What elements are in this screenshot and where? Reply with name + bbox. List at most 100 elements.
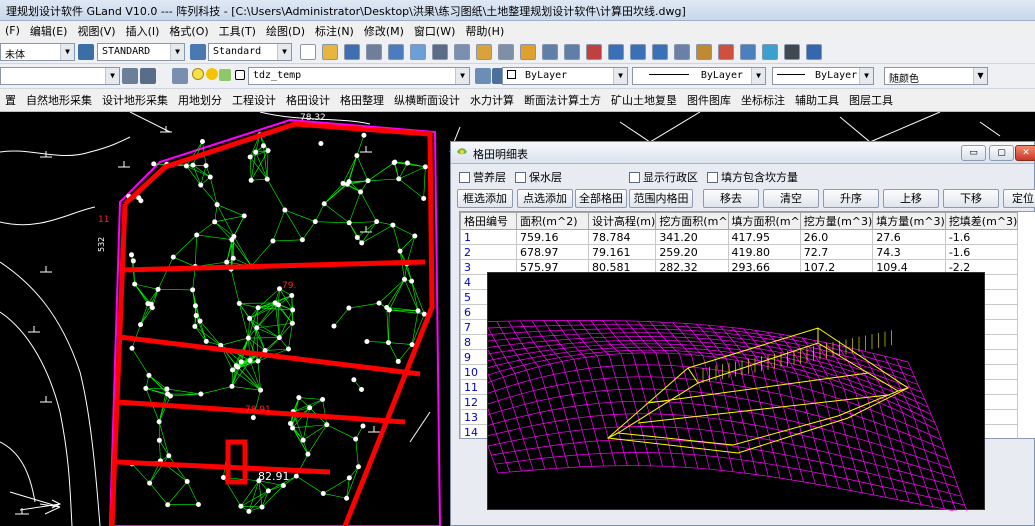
gland-menu-item[interactable]: 坐标标注 [736, 92, 790, 108]
gland-menu-item[interactable]: 置 [0, 92, 21, 108]
locate-button[interactable]: 定位 [1003, 189, 1035, 208]
gland-menu-item[interactable]: 用地划分 [173, 92, 227, 108]
gland-menu-item[interactable]: 矿山土地复垦 [606, 92, 682, 108]
copy-icon[interactable] [454, 44, 470, 60]
checkbox-box[interactable] [459, 171, 470, 183]
table-row[interactable]: 2 678.97 79.161 259.20 419.80 72.7 74.3 -1.6 [460, 244, 1019, 260]
menu-item[interactable]: 绘图(D) [261, 23, 310, 39]
gland-menu-item[interactable]: 纵横断面设计 [389, 92, 465, 108]
gland-menu-item[interactable]: 工程设计 [227, 92, 281, 108]
gland-menu-item[interactable]: 图件图库 [682, 92, 736, 108]
close-button[interactable]: ✕ [1015, 145, 1035, 161]
column-header[interactable]: 填方面积(m^ [727, 212, 801, 230]
dim-style-icon[interactable] [190, 44, 206, 60]
redo-icon[interactable] [564, 44, 580, 60]
color-combo[interactable]: ByLayer ▼ [502, 67, 628, 85]
gland-menu-item[interactable]: 设计地形采集 [97, 92, 173, 108]
menu-item[interactable]: (F) [0, 24, 25, 37]
text-style-combo[interactable]: STANDARD ▼ [97, 43, 185, 61]
gland-menu-item[interactable]: 格田整理 [335, 92, 389, 108]
water-layer-checkbox[interactable]: 保水层 [515, 169, 562, 185]
column-header[interactable]: 面积(m^2) [516, 212, 589, 230]
clear-button[interactable]: 清空 [763, 189, 819, 208]
layer-combo[interactable]: tdz_temp ▼ [248, 67, 470, 85]
pan-icon[interactable] [586, 44, 602, 60]
gland-menu-item[interactable]: 格田设计 [281, 92, 335, 108]
all-fields-button[interactable]: 全部格田 [575, 189, 627, 208]
help-icon[interactable] [806, 44, 822, 60]
column-header[interactable]: 挖方量(m^3) [799, 212, 874, 230]
menu-item[interactable]: 窗口(W) [409, 23, 460, 39]
menu-item[interactable]: 插入(I) [121, 23, 165, 39]
column-header[interactable]: 挖填差(m^3) [944, 212, 1019, 230]
lock-icon[interactable] [219, 69, 231, 81]
layer-manager-icon[interactable] [122, 68, 138, 84]
print-icon[interactable] [366, 44, 382, 60]
menu-item[interactable]: 编辑(E) [25, 23, 73, 39]
nutrient-layer-checkbox[interactable]: 营养层 [459, 169, 506, 185]
box-add-button[interactable]: 框选添加 [457, 189, 513, 208]
match-icon[interactable] [498, 44, 514, 60]
menu-item[interactable]: 工具(T) [214, 23, 261, 39]
text-style-icon[interactable] [78, 44, 94, 60]
lightbulb-icon[interactable] [192, 68, 204, 80]
menu-item[interactable]: 视图(V) [72, 23, 120, 39]
sort-ascending-button[interactable]: 升序 [823, 189, 879, 208]
menu-item[interactable]: 帮助(H) [460, 23, 509, 39]
layer-icon[interactable] [172, 68, 188, 84]
move-down-button[interactable]: 下移 [943, 189, 999, 208]
tool-palette-icon[interactable] [718, 44, 734, 60]
maximize-button[interactable]: ▢ [989, 145, 1014, 161]
undo-icon[interactable] [542, 44, 558, 60]
menu-item[interactable]: 标注(N) [310, 23, 359, 39]
calculator-icon[interactable] [784, 44, 800, 60]
checkbox-box[interactable] [707, 171, 718, 183]
terrain-3d-preview[interactable] [437, 272, 985, 515]
publish-icon[interactable] [410, 44, 426, 60]
gland-menu-item[interactable]: 自然地形采集 [21, 92, 97, 108]
lineweight-combo[interactable]: ByLayer ▼ [772, 67, 874, 85]
markup-icon[interactable] [762, 44, 778, 60]
gland-menu-item[interactable]: 断面法计算土方 [519, 92, 606, 108]
save-icon[interactable] [344, 44, 360, 60]
preview-icon[interactable] [388, 44, 404, 60]
table-row[interactable]: 1 759.16 78.784 341.20 417.95 26.0 27.6 -1.6 [460, 229, 1019, 245]
column-header[interactable]: 设计高程(m) [587, 212, 657, 230]
sun-icon[interactable] [206, 68, 218, 80]
sheet-icon[interactable] [740, 44, 756, 60]
brush-icon[interactable] [520, 44, 536, 60]
point-add-button[interactable]: 点选添加 [517, 189, 573, 208]
gland-menu-item[interactable]: 辅助工具 [790, 92, 844, 108]
workspace-combo[interactable]: ▼ [0, 67, 120, 85]
menu-item[interactable]: 修改(M) [359, 23, 409, 39]
panel-titlebar[interactable]: 格田明细表 ▭ ▢ ✕ [451, 142, 1035, 164]
cut-icon[interactable] [432, 44, 448, 60]
show-district-checkbox[interactable]: 显示行政区 [629, 169, 698, 185]
remove-button[interactable]: 移去 [703, 189, 759, 208]
fields-in-range-button[interactable]: 范围内格田 [629, 189, 693, 208]
zoom-previous-icon[interactable] [652, 44, 668, 60]
zoom-window-icon[interactable] [630, 44, 646, 60]
checkbox-box[interactable] [629, 171, 640, 183]
make-current-icon[interactable] [475, 68, 491, 84]
minimize-button[interactable]: ▭ [961, 145, 986, 161]
column-header[interactable]: 挖方面积(m^ [655, 212, 729, 230]
linetype-combo[interactable]: ByLayer ▼ [632, 67, 766, 85]
zoom-realtime-icon[interactable] [608, 44, 624, 60]
properties-icon[interactable] [674, 44, 690, 60]
layer-state-icon[interactable] [140, 68, 156, 84]
gland-menu-item[interactable]: 水力计算 [465, 92, 519, 108]
menu-item[interactable]: 格式(O) [164, 23, 213, 39]
design-center-icon[interactable] [696, 44, 712, 60]
move-up-button[interactable]: 上移 [883, 189, 939, 208]
fill-include-bank-checkbox[interactable]: 填方包含坎方量 [707, 169, 798, 185]
checkbox-box[interactable] [515, 171, 526, 183]
open-icon[interactable] [322, 44, 338, 60]
plotstyle-combo[interactable]: 随颜色 ▼ [884, 67, 988, 85]
gland-menu-item[interactable]: 图层工具 [844, 92, 898, 108]
column-header[interactable]: 格田编号 [460, 212, 517, 230]
column-header[interactable]: 填方量(m^3) [872, 212, 946, 230]
dim-style-combo[interactable]: Standard ▼ [208, 43, 292, 61]
new-icon[interactable] [300, 44, 316, 60]
paste-icon[interactable] [476, 44, 492, 60]
